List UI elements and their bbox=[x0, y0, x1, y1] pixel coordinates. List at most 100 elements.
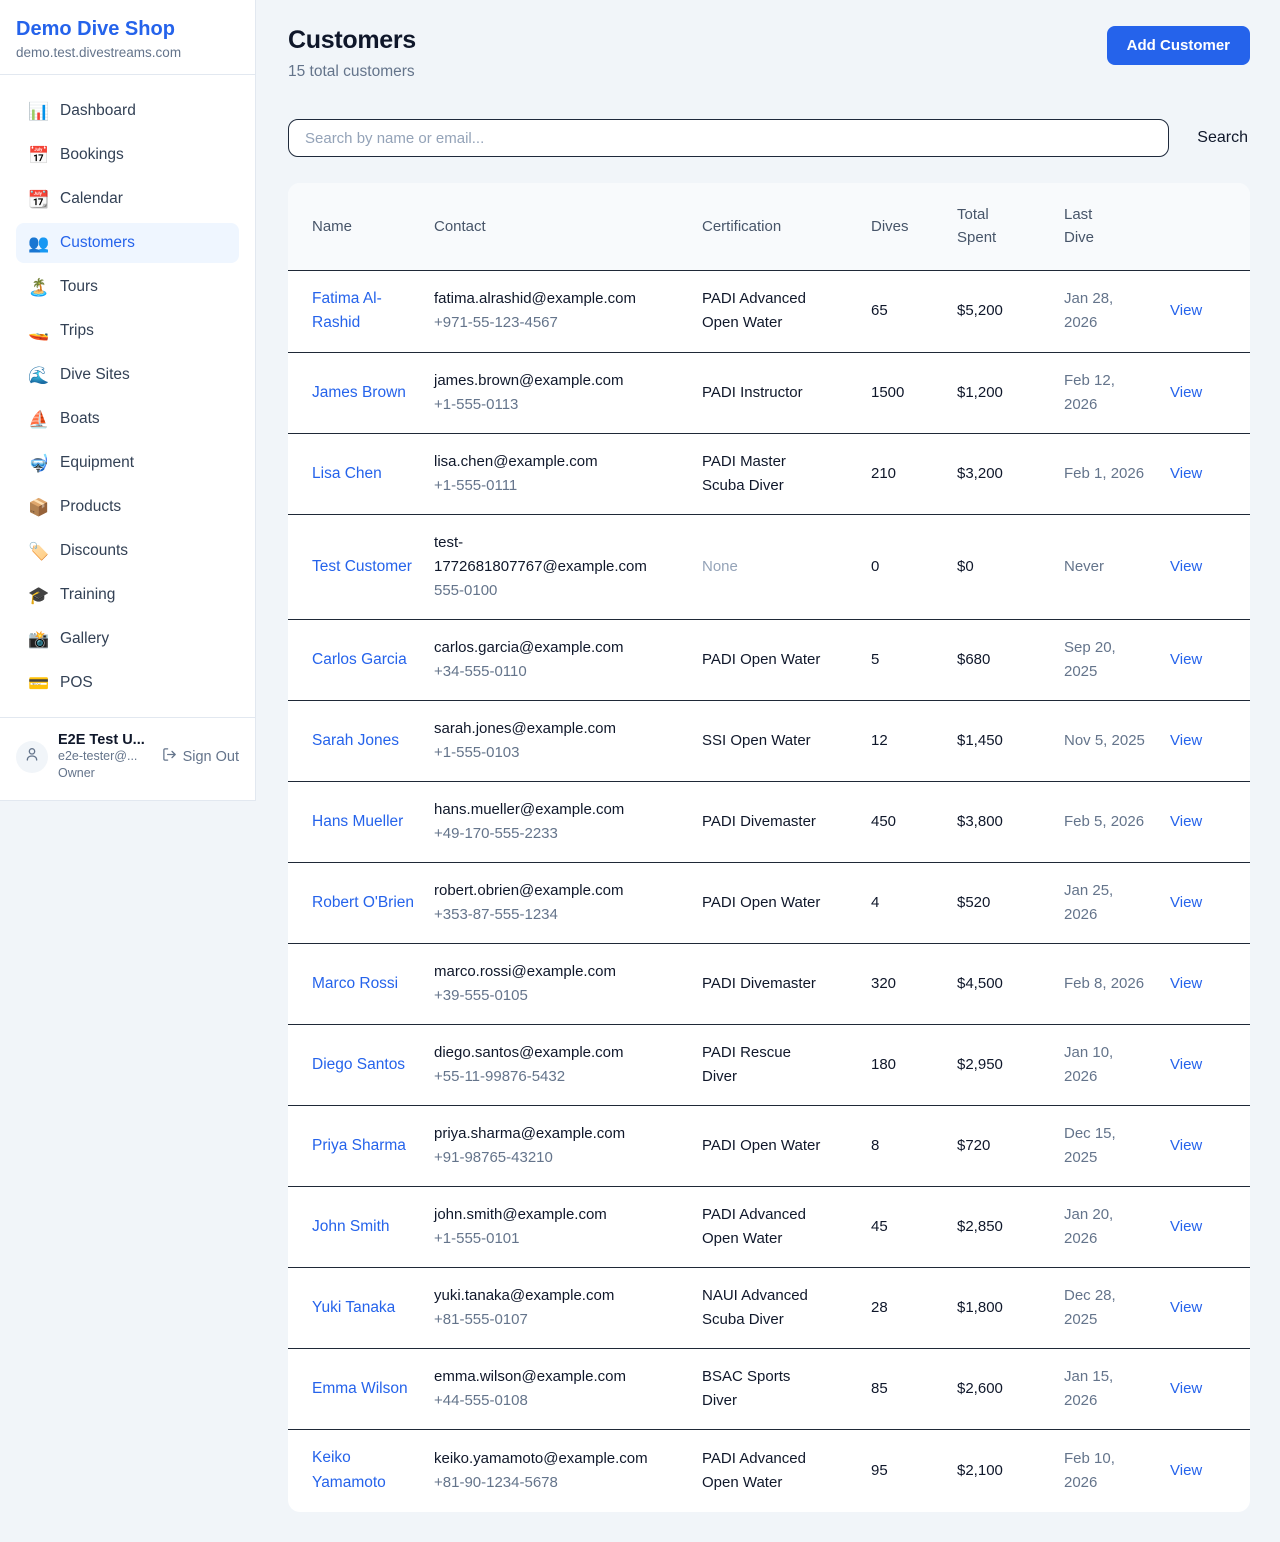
view-link[interactable]: View bbox=[1170, 558, 1202, 575]
view-link[interactable]: View bbox=[1170, 1380, 1202, 1397]
main-content: Customers 15 total customers Add Custome… bbox=[256, 0, 1280, 1542]
customer-dives: 4 bbox=[871, 863, 957, 944]
sidebar-item-dive-sites[interactable]: 🌊 Dive Sites bbox=[16, 355, 239, 395]
customer-name-link[interactable]: Hans Mueller bbox=[312, 813, 403, 830]
customer-total-spent: $2,950 bbox=[957, 1025, 1064, 1106]
view-link[interactable]: View bbox=[1170, 465, 1202, 482]
customer-dives: 65 bbox=[871, 270, 957, 353]
customer-certification: PADI Divemaster bbox=[702, 944, 871, 1025]
customer-name-link[interactable]: Priya Sharma bbox=[312, 1137, 406, 1154]
sidebar-item-pos[interactable]: 💳 POS bbox=[16, 663, 239, 703]
table-row: Carlos Garcia carlos.garcia@example.com … bbox=[288, 620, 1250, 701]
search-button[interactable]: Search bbox=[1195, 123, 1250, 153]
customer-certification: PADI Rescue Diver bbox=[702, 1025, 871, 1106]
customer-name-link[interactable]: Diego Santos bbox=[312, 1056, 405, 1073]
customer-name-link[interactable]: Test Customer bbox=[312, 558, 412, 575]
user-name: E2E Test U... bbox=[58, 732, 152, 748]
customer-email: sarah.jones@example.com bbox=[434, 717, 652, 741]
customer-email: marco.rossi@example.com bbox=[434, 960, 652, 984]
customer-name-link[interactable]: Carlos Garcia bbox=[312, 651, 407, 668]
table-row: Emma Wilson emma.wilson@example.com +44-… bbox=[288, 1349, 1250, 1430]
customer-last-dive: Jan 28, 2026 bbox=[1064, 270, 1170, 353]
customer-name-link[interactable]: Emma Wilson bbox=[312, 1380, 408, 1397]
sidebar-item-dashboard[interactable]: 📊 Dashboard bbox=[16, 91, 239, 131]
page-header: Customers 15 total customers Add Custome… bbox=[288, 26, 1250, 81]
customer-name-link[interactable]: Sarah Jones bbox=[312, 732, 399, 749]
customer-last-dive: Feb 12, 2026 bbox=[1064, 353, 1170, 434]
sidebar-item-tours[interactable]: 🏝️ Tours bbox=[16, 267, 239, 307]
customer-phone: +55-11-99876-5432 bbox=[434, 1065, 652, 1089]
sidebar-item-calendar[interactable]: 📆 Calendar bbox=[16, 179, 239, 219]
customer-total-spent: $680 bbox=[957, 620, 1064, 701]
customer-certification: PADI Master Scuba Diver bbox=[702, 434, 871, 515]
view-link[interactable]: View bbox=[1170, 651, 1202, 668]
customer-phone: +971-55-123-4567 bbox=[434, 311, 652, 335]
table-row: Test Customer test-1772681807767@example… bbox=[288, 515, 1250, 620]
tear-off-calendar-icon: 📆 bbox=[28, 191, 48, 208]
table-row: Marco Rossi marco.rossi@example.com +39-… bbox=[288, 944, 1250, 1025]
sidebar-item-gallery[interactable]: 📸 Gallery bbox=[16, 619, 239, 659]
view-link[interactable]: View bbox=[1170, 894, 1202, 911]
customer-phone: +49-170-555-2233 bbox=[434, 822, 652, 846]
customer-total-spent: $2,100 bbox=[957, 1430, 1064, 1512]
sidebar-item-trips[interactable]: 🚤 Trips bbox=[16, 311, 239, 351]
customer-certification: PADI Advanced Open Water bbox=[702, 1187, 871, 1268]
customer-email: priya.sharma@example.com bbox=[434, 1122, 652, 1146]
customer-count: 15 total customers bbox=[288, 63, 416, 81]
user-role: Owner bbox=[58, 765, 152, 782]
customer-phone: +91-98765-43210 bbox=[434, 1146, 652, 1170]
customers-table: NameContactCertificationDivesTotal Spent… bbox=[288, 183, 1250, 1512]
customer-name-link[interactable]: Lisa Chen bbox=[312, 465, 382, 482]
column-header: Dives bbox=[871, 218, 909, 235]
customer-dives: 12 bbox=[871, 701, 957, 782]
customer-total-spent: $5,200 bbox=[957, 270, 1064, 353]
sidebar-item-customers[interactable]: 👥 Customers bbox=[16, 223, 239, 263]
customer-phone: +81-90-1234-5678 bbox=[434, 1471, 652, 1495]
view-link[interactable]: View bbox=[1170, 1462, 1202, 1479]
customer-certification: None bbox=[702, 515, 871, 620]
table-row: Hans Mueller hans.mueller@example.com +4… bbox=[288, 782, 1250, 863]
camera-icon: 📸 bbox=[28, 631, 48, 648]
view-link[interactable]: View bbox=[1170, 1137, 1202, 1154]
customer-total-spent: $1,450 bbox=[957, 701, 1064, 782]
customer-certification: PADI Advanced Open Water bbox=[702, 1430, 871, 1512]
view-link[interactable]: View bbox=[1170, 975, 1202, 992]
view-link[interactable]: View bbox=[1170, 1218, 1202, 1235]
customer-name-link[interactable]: Marco Rossi bbox=[312, 975, 398, 992]
view-link[interactable]: View bbox=[1170, 732, 1202, 749]
sidebar-item-products[interactable]: 📦 Products bbox=[16, 487, 239, 527]
add-customer-button[interactable]: Add Customer bbox=[1107, 26, 1250, 65]
customer-name-link[interactable]: James Brown bbox=[312, 384, 406, 401]
sign-out-button[interactable]: Sign Out bbox=[162, 747, 239, 766]
customer-phone: +1-555-0113 bbox=[434, 393, 652, 417]
view-link[interactable]: View bbox=[1170, 813, 1202, 830]
search-input[interactable] bbox=[288, 119, 1169, 157]
customer-last-dive: Feb 1, 2026 bbox=[1064, 434, 1170, 515]
customer-name-link[interactable]: Fatima Al-Rashid bbox=[312, 290, 382, 332]
customer-certification: PADI Open Water bbox=[702, 1106, 871, 1187]
customer-certification: SSI Open Water bbox=[702, 701, 871, 782]
customer-name-link[interactable]: Robert O'Brien bbox=[312, 894, 414, 911]
customer-dives: 45 bbox=[871, 1187, 957, 1268]
customer-phone: 555-0100 bbox=[434, 579, 652, 603]
column-header: Last Dive bbox=[1064, 203, 1094, 250]
view-link[interactable]: View bbox=[1170, 302, 1202, 319]
view-link[interactable]: View bbox=[1170, 1299, 1202, 1316]
customer-name-link[interactable]: Yuki Tanaka bbox=[312, 1299, 395, 1316]
sidebar-item-equipment[interactable]: 🤿 Equipment bbox=[16, 443, 239, 483]
sidebar-item-training[interactable]: 🎓 Training bbox=[16, 575, 239, 615]
column-header: Total Spent bbox=[957, 203, 996, 250]
view-link[interactable]: View bbox=[1170, 384, 1202, 401]
customer-total-spent: $3,800 bbox=[957, 782, 1064, 863]
customer-dives: 85 bbox=[871, 1349, 957, 1430]
sidebar-item-boats[interactable]: ⛵ Boats bbox=[16, 399, 239, 439]
customer-last-dive: Jan 10, 2026 bbox=[1064, 1025, 1170, 1106]
customer-name-link[interactable]: John Smith bbox=[312, 1218, 390, 1235]
customer-dives: 320 bbox=[871, 944, 957, 1025]
sidebar-item-bookings[interactable]: 📅 Bookings bbox=[16, 135, 239, 175]
speedboat-icon: 🚤 bbox=[28, 323, 48, 340]
customer-total-spent: $3,200 bbox=[957, 434, 1064, 515]
search-row: Search bbox=[288, 119, 1250, 157]
view-link[interactable]: View bbox=[1170, 1056, 1202, 1073]
sidebar-item-discounts[interactable]: 🏷️ Discounts bbox=[16, 531, 239, 571]
